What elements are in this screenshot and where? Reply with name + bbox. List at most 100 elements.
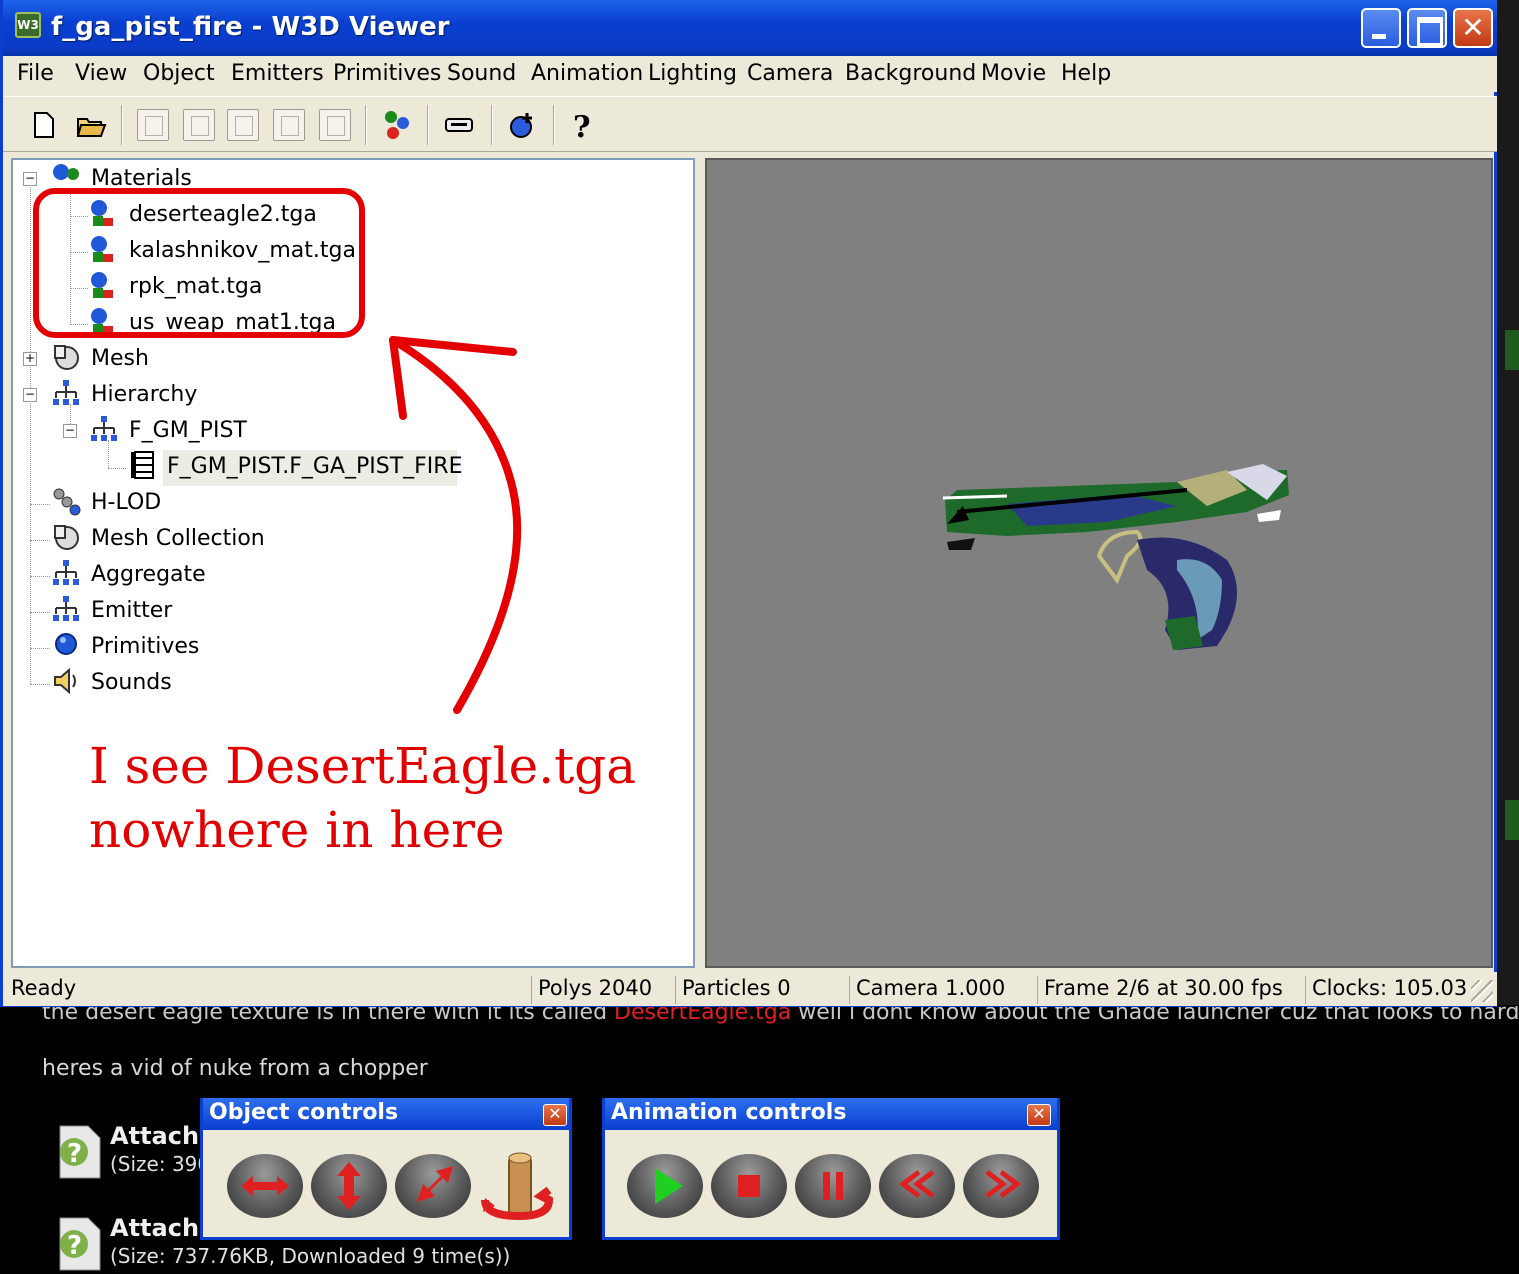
menu-movie[interactable]: Movie <box>981 61 1046 86</box>
menu-animation[interactable]: Animation <box>531 61 643 86</box>
expand-toggle[interactable]: + <box>23 352 37 366</box>
primitives-icon <box>55 633 77 655</box>
toolbar-separator <box>365 105 367 145</box>
rewind-button[interactable] <box>879 1154 955 1218</box>
forum-post-red-text: DesertEagle.tga <box>614 1006 792 1025</box>
a-icon[interactable] <box>183 109 215 141</box>
help-icon[interactable]: ? <box>565 109 597 141</box>
stop-icon <box>738 1175 760 1197</box>
title-bar[interactable]: W3 f_ga_pist_fire - W3D Viewer ✕ <box>3 0 1497 56</box>
hierarchy-icon <box>91 416 117 441</box>
menu-view[interactable]: View <box>75 61 127 86</box>
rotate-z-button[interactable] <box>395 1154 471 1218</box>
annotation-highlight-box <box>33 188 365 338</box>
toolbar: ? <box>3 96 1497 152</box>
status-clocks: Clocks: 105.03 <box>1305 976 1467 1004</box>
forum-post-vid-line: heres a vid of nuke from a chopper <box>42 1056 428 1081</box>
status-particles: Particles 0 <box>675 976 843 1004</box>
tree-line <box>30 540 50 541</box>
background-window-edge <box>1497 0 1519 1005</box>
app-icon: W3 <box>15 12 41 38</box>
annotation-line-1: I see DesertEagle.tga <box>89 737 636 795</box>
open-icon[interactable] <box>75 109 107 141</box>
menu-camera[interactable]: Camera <box>747 61 833 86</box>
menu-lighting[interactable]: Lighting <box>648 61 737 86</box>
tree-line <box>30 648 50 649</box>
maximize-button[interactable] <box>1407 8 1447 48</box>
fast-forward-button[interactable] <box>963 1154 1039 1218</box>
background-green-block <box>1505 800 1519 840</box>
object-controls-window: Object controls ✕ <box>200 1098 572 1240</box>
close-icon[interactable]: ✕ <box>543 1104 567 1126</box>
attachment-size: (Size: 737.76KB, Downloaded 9 time(s)) <box>110 1244 511 1268</box>
e-icon[interactable] <box>137 109 169 141</box>
hierarchy-icon <box>53 380 79 405</box>
forum-post-text-end: well i dont know about the Gnade launche… <box>791 1006 1519 1025</box>
forum-post-cut-text: the desert eagle texture is in there wit… <box>42 1006 1519 1028</box>
svg-text:?: ? <box>67 1139 82 1169</box>
unknown-file-icon: ? <box>59 1125 101 1179</box>
status-frame: Frame 2/6 at 30.00 fps <box>1037 976 1301 1004</box>
speaker-icon <box>54 667 76 695</box>
object-controls-title[interactable]: Object controls <box>203 1098 569 1130</box>
tree-line <box>30 684 50 685</box>
mesh-icon <box>54 345 79 370</box>
status-bar: Ready Polys 2040 Particles 0 Camera 1.00… <box>3 972 1497 1006</box>
rotate-z-icon <box>417 1166 453 1202</box>
close-icon: ✕ <box>1461 11 1485 44</box>
collapse-toggle[interactable]: − <box>23 172 37 186</box>
menu-primitives[interactable]: Primitives <box>333 61 441 86</box>
status-polys: Polys 2040 <box>531 976 671 1004</box>
menu-emitters[interactable]: Emitters <box>231 61 324 86</box>
menu-bar: File View Object Emitters Primitives Sou… <box>3 56 1497 92</box>
close-icon[interactable]: ✕ <box>1027 1104 1051 1126</box>
rotate-free-icon[interactable] <box>479 1150 559 1230</box>
play-icon <box>655 1168 683 1204</box>
menu-help[interactable]: Help <box>1061 61 1111 86</box>
background-green-block <box>1505 330 1519 370</box>
p-icon[interactable] <box>273 109 305 141</box>
toolbar-separator <box>427 105 429 145</box>
resize-grip[interactable] <box>1471 980 1493 1002</box>
minimize-button[interactable] <box>1361 8 1401 48</box>
menu-background[interactable]: Background <box>845 61 976 86</box>
pause-button[interactable] <box>795 1154 871 1218</box>
aggregate-icon <box>53 560 79 585</box>
tree-line <box>30 612 50 613</box>
3d-viewport[interactable] <box>705 158 1493 968</box>
attachment-title[interactable]: Attachi <box>110 1214 207 1242</box>
animation-controls-title[interactable]: Animation controls <box>605 1098 1057 1130</box>
collapse-toggle[interactable]: − <box>63 424 77 438</box>
rotate-x-button[interactable] <box>227 1154 303 1218</box>
menu-file[interactable]: File <box>17 61 54 86</box>
toolbar-separator <box>553 105 555 145</box>
new-icon[interactable] <box>27 109 59 141</box>
animation-controls-window: Animation controls ✕ <box>602 1098 1060 1240</box>
attachment-title[interactable]: Attachi <box>110 1122 207 1150</box>
add-icon[interactable] <box>507 109 539 141</box>
annotation-text: I see DesertEagle.tga nowhere in here <box>89 734 636 862</box>
rewind-icon <box>898 1170 935 1198</box>
play-button[interactable] <box>627 1154 703 1218</box>
rotate-y-button[interactable] <box>311 1154 387 1218</box>
animation-film-icon <box>131 451 154 479</box>
window-title: f_ga_pist_fire - W3D Viewer <box>51 12 450 42</box>
rotate-y-icon <box>337 1162 361 1210</box>
collapse-toggle[interactable]: − <box>23 388 37 402</box>
close-button[interactable]: ✕ <box>1453 8 1493 48</box>
h-icon[interactable] <box>227 109 259 141</box>
attachment-size: (Size: 390 <box>110 1152 211 1176</box>
menu-object[interactable]: Object <box>143 61 215 86</box>
key-icon[interactable] <box>443 109 475 141</box>
pistol-model <box>942 464 1289 650</box>
lod-icon[interactable] <box>381 109 413 141</box>
status-ready: Ready <box>11 976 77 1000</box>
tree-line <box>30 184 31 684</box>
mesh-collection-icon <box>54 525 79 550</box>
stop-button[interactable] <box>711 1154 787 1218</box>
tree-line <box>30 576 50 577</box>
s-icon[interactable] <box>319 109 351 141</box>
svg-text:?: ? <box>573 110 591 141</box>
menu-sound[interactable]: Sound <box>447 61 516 86</box>
rotate-x-icon <box>241 1176 289 1196</box>
